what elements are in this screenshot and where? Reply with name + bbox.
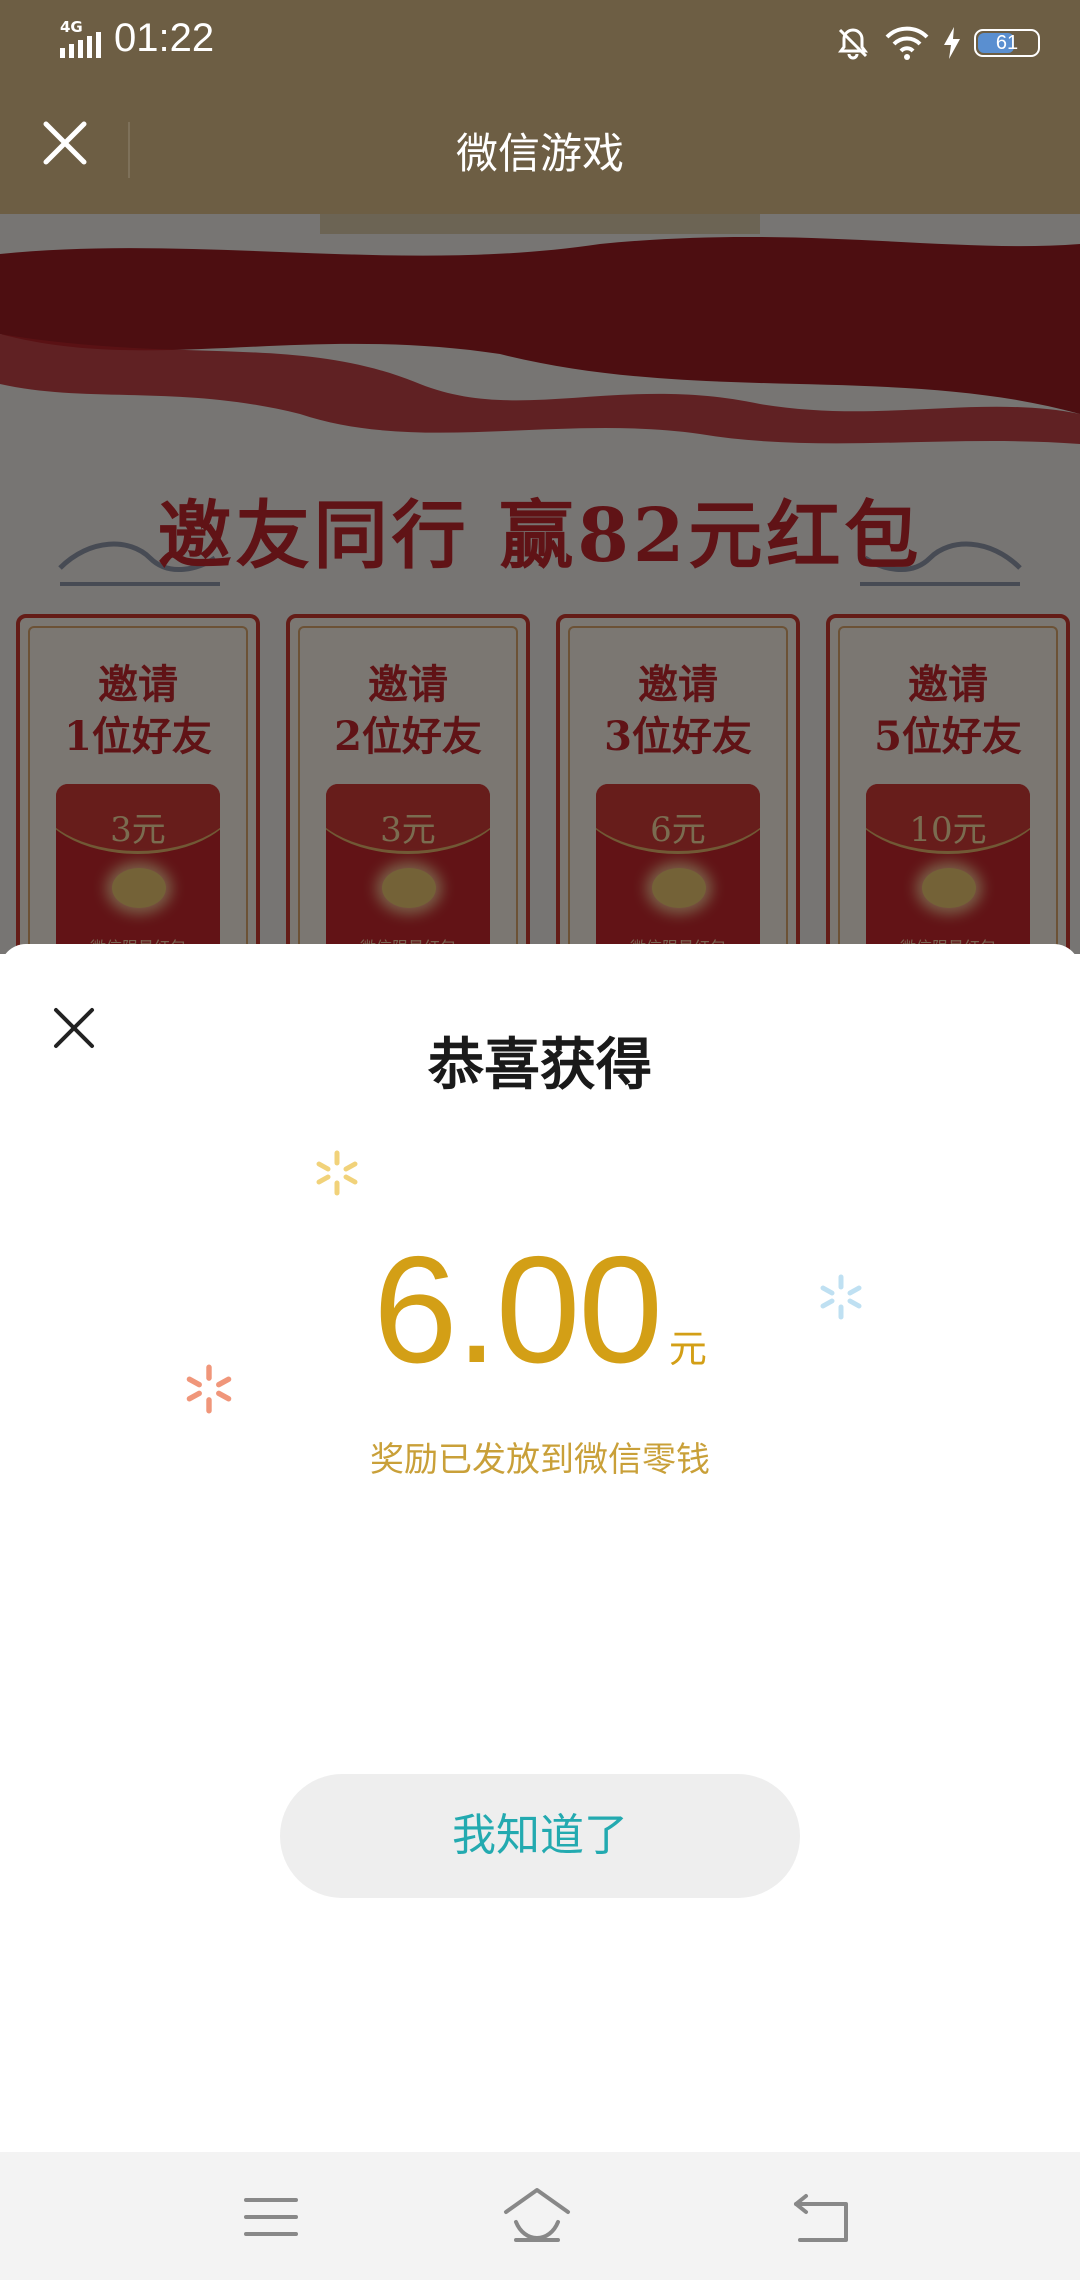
sparkle-icon (316, 1150, 358, 1196)
system-nav-bar (0, 2152, 1080, 2280)
charging-icon (944, 27, 960, 59)
reward-unit: 元 (668, 1327, 707, 1371)
signal-icon: 4G (58, 18, 104, 60)
status-bar: 4G 01:22 61 (0, 0, 1080, 84)
wifi-icon (885, 26, 929, 60)
confirm-button[interactable]: 我知道了 (280, 1774, 800, 1898)
reward-amount-group: 6.00 元 (0, 1234, 1080, 1386)
page-title: 微信游戏 (455, 129, 624, 178)
back-icon[interactable] (786, 2182, 856, 2252)
sheet-title: 恭喜获得 (428, 1033, 652, 1098)
battery-icon: 61 (974, 29, 1040, 57)
reward-amount: 6.00 (373, 1225, 663, 1395)
reward-sheet: 恭喜获得 6.00 元 奖励已发放到微信零钱 我知道了 (0, 944, 1080, 2152)
modal-backdrop[interactable] (0, 214, 1080, 954)
reward-message: 奖励已发放到微信零钱 (370, 1440, 710, 1480)
status-time: 01:22 (114, 16, 215, 60)
menu-icon[interactable] (236, 2182, 306, 2252)
mute-icon (838, 28, 868, 60)
battery-level: 61 (995, 32, 1019, 54)
home-icon[interactable] (502, 2182, 572, 2252)
title-bar: 微信游戏 (0, 84, 1080, 214)
status-icons: 61 (834, 20, 1040, 66)
